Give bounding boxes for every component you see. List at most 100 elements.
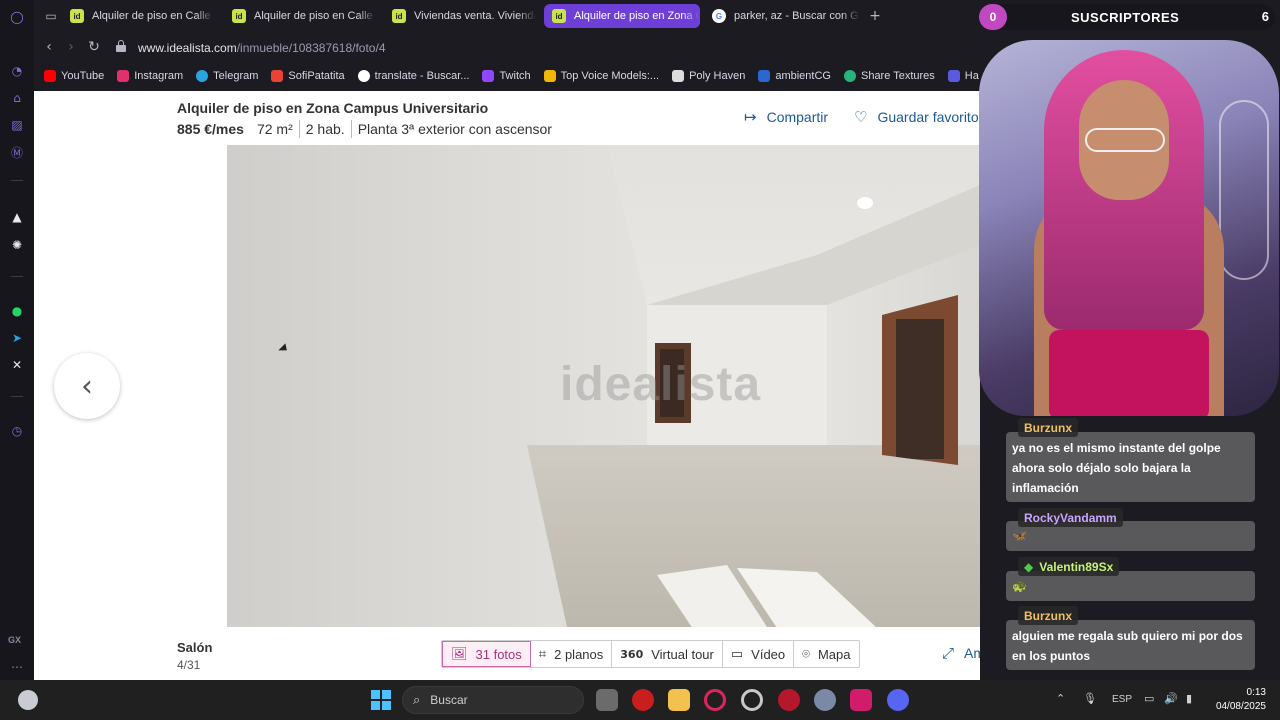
whatsapp-icon[interactable]: ● (8, 302, 26, 320)
photo-room-name: Salón (177, 640, 213, 655)
instagram-icon (117, 70, 130, 82)
back-arrow-icon[interactable]: ‹ (40, 38, 58, 56)
gx-label[interactable]: GX (8, 635, 21, 645)
aria-ai-icon[interactable]: ▲ (8, 208, 26, 226)
listing-summary: 885 €/mes 72 m² 2 hab. Planta 3ª exterio… (177, 120, 552, 138)
sidebar-divider (11, 180, 23, 181)
app-round-red-icon[interactable] (778, 689, 800, 711)
subscriber-label: SUSCRIPTORES (1071, 10, 1180, 25)
tab-menu-icon[interactable]: ▭ (42, 7, 60, 25)
listing-photo[interactable]: idealista (227, 145, 980, 627)
subscriber-count: 6 (1261, 9, 1269, 24)
battery-icon[interactable]: ▮ (1186, 692, 1192, 705)
tab-map[interactable]: ⌾ Mapa (794, 641, 858, 667)
bookmark-translate[interactable]: translate - Buscar... (357, 70, 469, 82)
chat-text: alguien me regala sub quiero mi por dos … (1012, 629, 1243, 663)
bookmark-label: YouTube (61, 70, 105, 82)
chat-message: ya no es el mismo instante del golpe aho… (1006, 432, 1255, 502)
tab-listing-calle-e[interactable]: id Alquiler de piso en Calle E (224, 4, 376, 28)
settings-gear-icon[interactable] (814, 689, 836, 711)
bookmark-label: SofiPatatita (288, 70, 345, 82)
task-view-icon[interactable] (596, 689, 618, 711)
tab-viviendas-venta[interactable]: id Viviendas venta. Vivienda (384, 4, 536, 28)
tab-video[interactable]: ▭ Vídeo (723, 641, 795, 667)
history-icon[interactable]: ◷ (8, 422, 26, 440)
telegram-icon[interactable]: ➤ (8, 329, 26, 347)
share-button[interactable]: ↦ Compartir (744, 108, 828, 126)
bookmark-ha[interactable]: Ha (947, 70, 979, 82)
tab-label: parker, az - Buscar con G (734, 10, 859, 22)
address-bar[interactable]: www.idealista.com/inmueble/108387618/fot… (138, 41, 386, 55)
bookmark-top-voice-models[interactable]: Top Voice Models:... (543, 70, 659, 82)
polyhaven-icon (672, 70, 685, 82)
clock[interactable]: 0:13 04/08/2025 (1210, 686, 1266, 714)
tab-listing-calle-a[interactable]: id Alquiler de piso en Calle A (62, 4, 214, 28)
bookmark-label: Poly Haven (689, 70, 746, 82)
listing-size: 72 m² (256, 121, 293, 137)
language-indicator[interactable]: ESP (1112, 694, 1132, 705)
floorplan-icon: ⌗ (538, 646, 547, 662)
bookmark-instagram[interactable]: Instagram (117, 70, 183, 82)
more-icon[interactable]: ⋯ (8, 658, 26, 676)
bookmark-icon (947, 70, 960, 82)
tab-label: Vídeo (751, 646, 786, 662)
tab-photos[interactable]: 🖼 31 fotos (442, 641, 531, 667)
subscriber-goal-badge: 0 (979, 4, 1007, 30)
subscriber-goal: 0 SUSCRIPTORES 6 (979, 4, 1275, 30)
new-tab-button[interactable]: + (866, 7, 884, 25)
chat-text: ya no es el mismo instante del golpe aho… (1012, 441, 1221, 495)
map-pin-icon: ⌾ (802, 646, 810, 662)
bookmark-youtube[interactable]: YouTube (44, 70, 104, 82)
forward-arrow-icon[interactable]: › (62, 38, 80, 56)
chevron-up-icon[interactable]: ⌃ (1056, 692, 1065, 705)
sidebar-divider (11, 396, 23, 397)
speed-dial-icon[interactable]: ▨ (8, 116, 26, 134)
heart-icon: ♡ (854, 108, 868, 126)
tab-floorplans[interactable]: ⌗ 2 planos (531, 641, 613, 667)
reload-icon[interactable]: ↻ (85, 38, 103, 56)
volume-icon[interactable]: 🔊 (1164, 692, 1178, 705)
microphone-icon[interactable]: 🎙 (1083, 692, 1097, 705)
discord-icon[interactable] (887, 689, 909, 711)
bookmark-ambientcg[interactable]: ambientCG (758, 70, 831, 82)
bookmark-twitch[interactable]: Twitch (482, 70, 531, 82)
google-icon: G (712, 9, 726, 23)
app-red-icon[interactable] (632, 689, 654, 711)
bookmark-telegram[interactable]: Telegram (196, 70, 258, 82)
bookmark-poly-haven[interactable]: Poly Haven (672, 70, 745, 82)
messenger-icon[interactable]: Ⓜ (8, 143, 26, 161)
watermark: idealista (560, 358, 762, 411)
tab-virtual-tour[interactable]: 360 Virtual tour (612, 641, 723, 667)
vip-badge-icon: ◆ (1024, 559, 1034, 574)
listing-floor: Planta 3ª exterior con ascensor (357, 121, 552, 137)
expand-button[interactable]: ⤢ Ampliar (942, 644, 980, 662)
idealista-icon: id (392, 9, 406, 23)
app-pink-icon[interactable] (850, 689, 872, 711)
bookmark-share-textures[interactable]: Share Textures (843, 70, 935, 82)
telegram-icon (196, 70, 209, 82)
taskbar-search[interactable]: ⌕ Buscar (402, 686, 584, 714)
weather-icon[interactable] (18, 690, 38, 710)
opera-logo-icon[interactable]: ◯ (8, 8, 26, 26)
page-content: Alquiler de piso en Zona Campus Universi… (34, 91, 980, 680)
windows-start-icon[interactable] (371, 690, 391, 710)
idealista-icon: id (232, 9, 246, 23)
file-explorer-icon[interactable] (668, 689, 690, 711)
previous-photo-button[interactable]: ‹ (54, 353, 120, 419)
bookmark-sofipatatita[interactable]: SofiPatatita (271, 70, 345, 82)
feeds-icon[interactable]: ◔ (8, 62, 26, 80)
save-favorite-button[interactable]: ♡ Guardar favorito (854, 108, 979, 126)
tab-fade (196, 4, 214, 28)
x-twitter-icon[interactable]: ✕ (8, 356, 26, 374)
opera-gx-icon[interactable] (704, 689, 726, 711)
network-icon[interactable]: ▭ (1144, 692, 1154, 705)
workspaces-icon[interactable]: ⌂ (8, 89, 26, 107)
photo-counter: 4/31 (177, 658, 201, 672)
obs-icon[interactable] (741, 689, 763, 711)
tab-google-search[interactable]: G parker, az - Buscar con G (704, 4, 860, 28)
tab-fade (842, 4, 860, 28)
chatgpt-icon[interactable]: ✺ (8, 236, 26, 254)
tab-listing-zona-campus[interactable]: id Alquiler de piso en Zona C (544, 4, 700, 28)
divider (298, 120, 300, 138)
tab-fade (358, 4, 376, 28)
